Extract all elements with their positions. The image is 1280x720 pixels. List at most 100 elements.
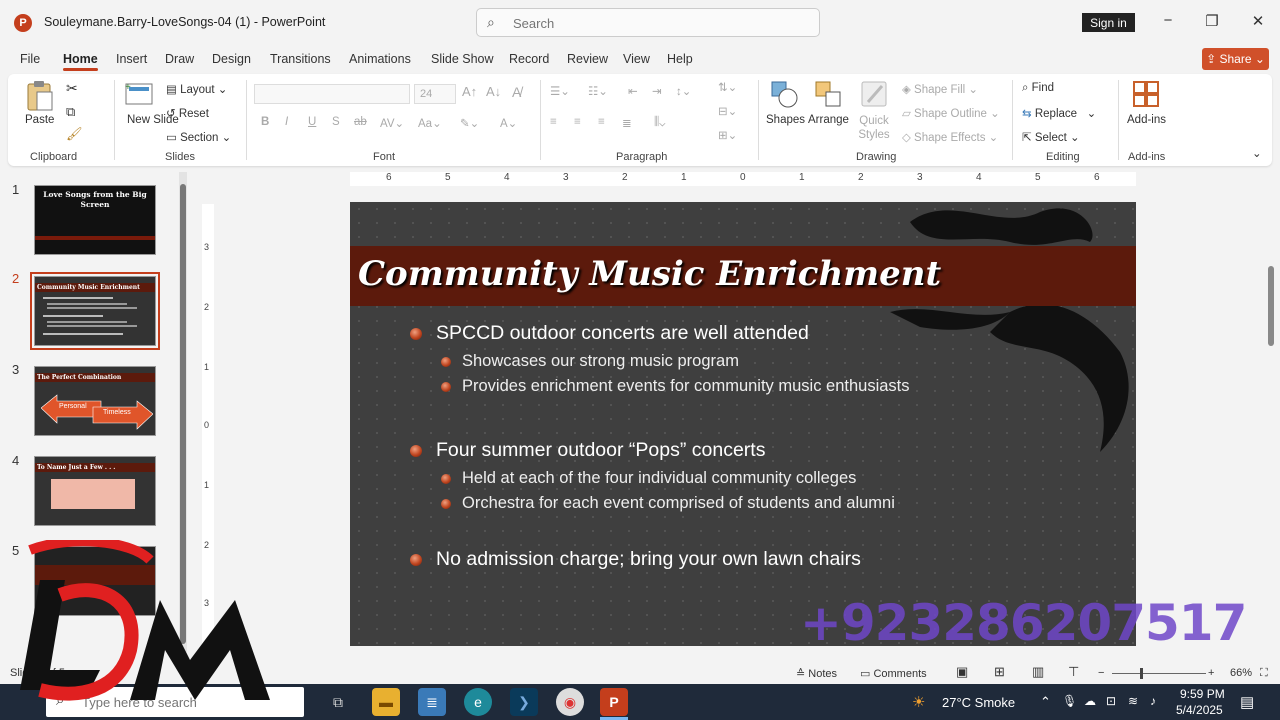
edge-icon[interactable]: e	[464, 688, 492, 716]
minimize-button[interactable]: −	[1158, 12, 1178, 29]
terminal-icon[interactable]: ❯	[510, 688, 538, 716]
slide-title[interactable]: Community Music Enrichment	[358, 254, 941, 294]
font-color-icon[interactable]: A⌄	[500, 116, 517, 130]
sign-in-button[interactable]: Sign in	[1082, 13, 1135, 32]
char-spacing-icon[interactable]: AV⌄	[380, 116, 404, 130]
shape-effects-button[interactable]: ◇ Shape Effects ⌄	[902, 130, 998, 144]
reading-view-icon[interactable]: ▥	[1032, 664, 1044, 680]
highlight-icon[interactable]: ✎⌄	[460, 116, 479, 130]
find-button[interactable]: ⌕ Find	[1022, 82, 1054, 95]
clock-time[interactable]: 9:59 PM	[1180, 687, 1225, 701]
slide-thumbnail-1[interactable]: Love Songs from the Big Screen	[34, 185, 156, 255]
replace-button[interactable]: ⇆ Replace ⌄	[1022, 106, 1096, 120]
file-explorer-icon[interactable]: ▬	[372, 688, 400, 716]
editor-scrollbar[interactable]	[1266, 172, 1276, 642]
cut-icon[interactable]: ✂	[66, 80, 78, 97]
tab-insert[interactable]: Insert	[116, 52, 147, 66]
shrink-font-icon[interactable]: A↓	[486, 84, 501, 99]
shape-outline-button[interactable]: ▱ Shape Outline ⌄	[902, 106, 1000, 120]
sub-bullet-text[interactable]: Held at each of the four individual comm…	[462, 469, 856, 488]
normal-view-icon[interactable]: ▣	[956, 664, 968, 680]
weather-text[interactable]: 27°C Smoke	[942, 695, 1015, 710]
search-box[interactable]: ⌕	[476, 8, 820, 37]
smartart-icon[interactable]: ⊞⌄	[718, 128, 737, 142]
sub-bullet-text[interactable]: Provides enrichment events for community…	[462, 377, 910, 396]
zoom-out-icon[interactable]: −	[1098, 667, 1104, 679]
align-text-icon[interactable]: ⊟⌄	[718, 104, 737, 118]
weather-icon[interactable]: ☀	[912, 693, 925, 711]
tab-help[interactable]: Help	[667, 52, 693, 66]
increase-indent-icon[interactable]: ⇥	[652, 84, 662, 98]
new-slide-icon[interactable]: +	[124, 80, 154, 108]
tab-design[interactable]: Design	[212, 52, 251, 66]
tab-transitions[interactable]: Transitions	[270, 52, 331, 66]
editor-scroll-thumb[interactable]	[1268, 266, 1274, 346]
zoom-slider-thumb[interactable]	[1140, 668, 1143, 679]
slideshow-view-icon[interactable]: ⊤	[1068, 664, 1079, 680]
quick-styles-icon[interactable]	[860, 80, 890, 110]
tab-view[interactable]: View	[623, 52, 650, 66]
clock-date[interactable]: 5/4/2025	[1176, 703, 1223, 717]
slide-thumbnail-2[interactable]: Community Music Enrichment	[30, 272, 160, 350]
chrome-icon[interactable]: ◉	[556, 688, 584, 716]
strikethrough-icon[interactable]: ab	[354, 116, 367, 128]
zoom-slider[interactable]	[1112, 673, 1206, 674]
reset-button[interactable]: ↺ Reset	[166, 106, 209, 120]
restore-button[interactable]: ❐	[1202, 12, 1222, 30]
align-left-icon[interactable]: ≡	[550, 116, 557, 128]
paste-button[interactable]: Paste	[25, 114, 54, 126]
microphone-icon[interactable]: 🎙	[1062, 694, 1077, 708]
bullet-text[interactable]: Four summer outdoor “Pops” concerts	[436, 439, 765, 462]
align-right-icon[interactable]: ≡	[598, 116, 605, 128]
tab-draw[interactable]: Draw	[165, 52, 194, 66]
justify-icon[interactable]: ≣	[622, 116, 632, 130]
search-input[interactable]	[513, 13, 803, 33]
shapes-icon[interactable]	[770, 80, 800, 110]
add-ins-icon[interactable]	[1132, 80, 1162, 110]
numbering-icon[interactable]: ☷⌄	[588, 84, 608, 98]
tab-home[interactable]: Home	[63, 52, 98, 71]
change-case-icon[interactable]: Aa⌄	[418, 116, 442, 130]
shape-fill-button[interactable]: ◈ Shape Fill ⌄	[902, 82, 978, 96]
text-direction-icon[interactable]: ⇅⌄	[718, 80, 737, 94]
layout-button[interactable]: ▤ Layout ⌄	[166, 82, 227, 96]
tab-animations[interactable]: Animations	[349, 52, 411, 66]
task-view-icon[interactable]: ⧉	[324, 688, 352, 716]
line-spacing-icon[interactable]: ↕⌄	[676, 84, 691, 98]
grow-font-icon[interactable]: A↑	[462, 84, 477, 99]
bullet-text[interactable]: SPCCD outdoor concerts are well attended	[436, 322, 809, 345]
select-button[interactable]: ⇱ Select ⌄	[1022, 130, 1080, 144]
notes-button[interactable]: ≙ Notes	[796, 667, 837, 680]
clear-format-icon[interactable]: A̸	[512, 84, 521, 100]
tab-slide-show[interactable]: Slide Show	[431, 52, 494, 66]
close-button[interactable]: ✕	[1248, 12, 1268, 30]
volume-icon[interactable]: ♪	[1150, 694, 1156, 708]
zoom-level[interactable]: 66%	[1230, 667, 1252, 679]
font-size-select[interactable]: 24	[414, 84, 456, 104]
tab-record[interactable]: Record	[509, 52, 549, 66]
slide-thumbnail-3[interactable]: The Perfect Combination Personal Timeles…	[34, 366, 156, 436]
arrange-icon[interactable]	[814, 80, 844, 110]
sub-bullet-text[interactable]: Showcases our strong music program	[462, 352, 739, 371]
bold-icon[interactable]: B	[261, 116, 269, 128]
italic-icon[interactable]: I	[285, 116, 288, 128]
share-button[interactable]: ⇪ Share ⌄	[1202, 48, 1269, 70]
columns-icon[interactable]: ⫼⌄	[654, 116, 666, 129]
slide-canvas[interactable]: Community Music Enrichment SPCCD outdoor…	[350, 202, 1136, 646]
sub-bullet-text[interactable]: Orchestra for each event comprised of st…	[462, 494, 895, 513]
notepad-icon[interactable]: ≣	[418, 688, 446, 716]
tab-file[interactable]: File	[20, 52, 40, 66]
quick-styles-button[interactable]: Quick Styles	[854, 114, 894, 142]
underline-icon[interactable]: U	[308, 116, 316, 128]
arrange-button[interactable]: Arrange	[808, 114, 849, 126]
decrease-indent-icon[interactable]: ⇤	[628, 84, 638, 98]
bullet-text[interactable]: No admission charge; bring your own lawn…	[436, 548, 861, 571]
zoom-in-icon[interactable]: +	[1208, 667, 1214, 679]
add-ins-button[interactable]: Add-ins	[1127, 114, 1166, 126]
chevron-up-icon[interactable]: ⌃	[1040, 694, 1051, 710]
format-painter-icon[interactable]: 🖌	[66, 126, 83, 142]
fit-to-window-icon[interactable]: ⛶	[1260, 667, 1268, 680]
slide-thumbnail-4[interactable]: To Name Just a Few . . .	[34, 456, 156, 526]
collapse-ribbon-icon[interactable]: ⌄	[1252, 146, 1262, 160]
font-family-select[interactable]	[254, 84, 410, 104]
